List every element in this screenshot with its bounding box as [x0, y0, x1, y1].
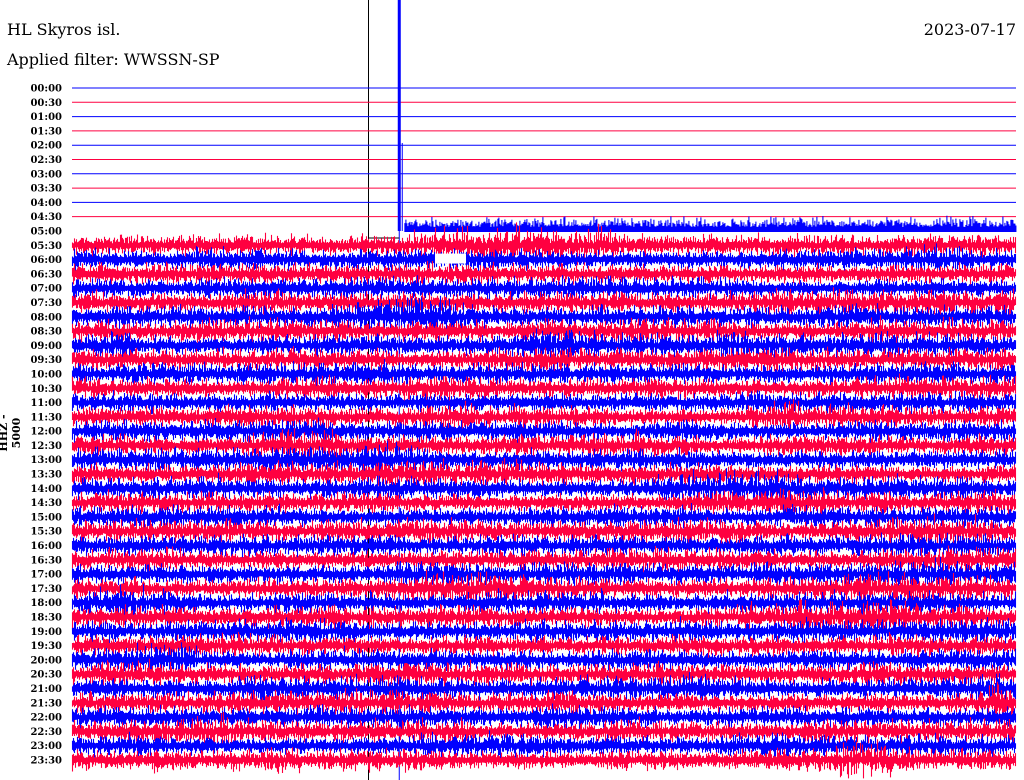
event-spike	[397, 0, 401, 231]
row-time-label: 07:30	[30, 298, 62, 309]
row-time-label: 15:00	[30, 512, 62, 523]
row-time-label: 04:30	[30, 212, 62, 223]
row-time-label: 07:00	[30, 284, 62, 295]
row-time-label: 05:30	[30, 241, 62, 252]
row-time-label: 08:00	[30, 312, 62, 323]
row-time-label: 20:30	[30, 670, 62, 681]
row-time-label: 23:00	[30, 741, 62, 752]
row-time-label: 12:00	[30, 427, 62, 438]
row-time-label: 20:00	[30, 655, 62, 666]
row-time-label: 06:00	[30, 255, 62, 266]
row-time-label: 06:30	[30, 269, 62, 280]
row-time-label: 16:30	[30, 555, 62, 566]
row-time-label: 10:00	[30, 369, 62, 380]
row-time-label: 15:30	[30, 527, 62, 538]
trace-row	[404, 215, 1017, 232]
row-time-label: 19:30	[30, 641, 62, 652]
row-time-label: 22:30	[30, 727, 62, 738]
row-time-label: 05:00	[30, 226, 62, 237]
row-time-label: 03:00	[30, 169, 62, 180]
data-gap	[435, 253, 466, 264]
row-time-label: 08:30	[30, 327, 62, 338]
row-time-label: 09:00	[30, 341, 62, 352]
helicorder-plot: 00:00 00:30 01:00 01:30 02:00 02:30 03:00 03:30…	[30, 0, 1017, 780]
row-time-label: 14:00	[30, 484, 62, 495]
row-time-label: 09:30	[30, 355, 62, 366]
row-time-label: 13:00	[30, 455, 62, 466]
row-time-label: 03:30	[30, 184, 62, 195]
row-time-label: 22:00	[30, 713, 62, 724]
row-time-label: 01:00	[30, 112, 62, 123]
row-time-label: 01:30	[30, 126, 62, 137]
row-time-label: 11:30	[30, 412, 62, 423]
row-time-label: 17:30	[30, 584, 62, 595]
row-time-label: 10:30	[30, 384, 62, 395]
row-time-label: 00:30	[30, 98, 62, 109]
row-time-label: 11:00	[30, 398, 62, 409]
row-time-label: 12:30	[30, 441, 62, 452]
row-time-label: 21:30	[30, 698, 62, 709]
row-time-label: 19:00	[30, 627, 62, 638]
row-time-label: 18:30	[30, 613, 62, 624]
row-time-label: 17:00	[30, 570, 62, 581]
row-time-label: 16:00	[30, 541, 62, 552]
row-time-label: 02:00	[30, 141, 62, 152]
row-time-label: 14:30	[30, 498, 62, 509]
row-time-label: 23:30	[30, 756, 62, 767]
row-time-label: 21:00	[30, 684, 62, 695]
row-time-label: 18:00	[30, 598, 62, 609]
row-time-label: 00:00	[30, 84, 62, 95]
row-time-label: 04:00	[30, 198, 62, 209]
row-time-label: 02:30	[30, 155, 62, 166]
row-time-label: 13:30	[30, 470, 62, 481]
